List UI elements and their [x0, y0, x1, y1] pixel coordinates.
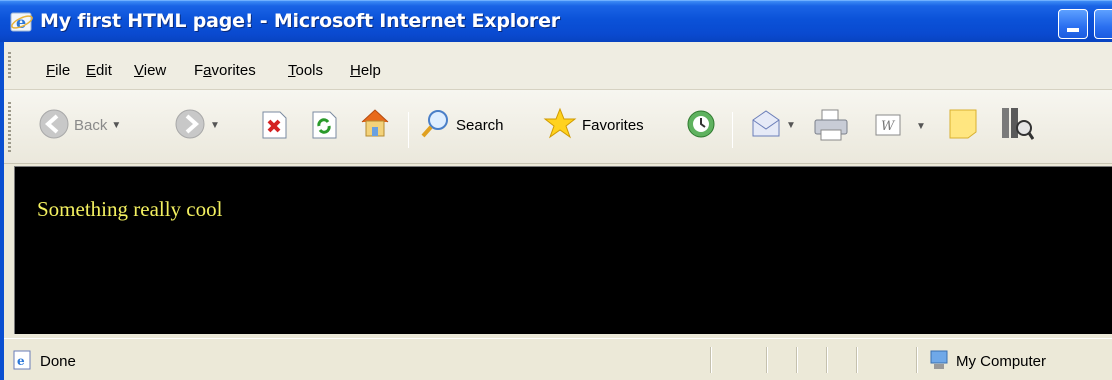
discuss-button[interactable]	[948, 108, 978, 143]
title-bar[interactable]: e My first HTML page! - Microsoft Intern…	[0, 0, 1112, 42]
forward-arrow-icon	[174, 108, 206, 143]
ie-logo-icon: e	[10, 11, 34, 33]
menu-file-accel: F	[46, 62, 56, 79]
history-button[interactable]	[684, 108, 718, 143]
page-text: Something really cool	[37, 197, 223, 221]
word-icon: W	[874, 112, 902, 141]
status-divider	[826, 347, 828, 373]
sticky-note-icon	[948, 108, 978, 143]
search-icon	[420, 108, 452, 143]
menu-help[interactable]: Help	[350, 62, 381, 79]
status-text: Done	[40, 353, 76, 370]
print-button[interactable]	[812, 108, 850, 145]
menu-edit-label: dit	[96, 62, 112, 79]
minimize-button[interactable]	[1058, 9, 1088, 39]
edit-button[interactable]: W ▼	[874, 112, 926, 141]
favorites-button[interactable]: Favorites	[542, 106, 644, 145]
menu-favorites-accel: a	[203, 62, 212, 79]
menu-favorites-pre: F	[194, 62, 204, 79]
toolbar-grip-handle[interactable]	[8, 102, 11, 152]
menu-bar: File Edit View Favorites Tools Help	[4, 42, 1112, 90]
status-divider	[710, 347, 712, 373]
printer-icon	[812, 108, 850, 145]
mail-button[interactable]: ▼	[750, 108, 796, 143]
refresh-button[interactable]	[310, 110, 338, 143]
menu-view[interactable]: View	[134, 62, 166, 79]
menu-grip-handle[interactable]	[8, 52, 11, 80]
mail-dropdown-icon[interactable]: ▼	[786, 120, 796, 131]
status-divider	[766, 347, 768, 373]
browser-window: e My first HTML page! - Microsoft Intern…	[0, 0, 1112, 380]
home-button[interactable]	[358, 106, 392, 143]
menu-help-label: elp	[360, 62, 381, 79]
back-label: Back	[74, 117, 108, 134]
menu-file-label: ile	[55, 62, 71, 79]
star-icon	[542, 106, 578, 145]
svg-text:e: e	[16, 13, 26, 32]
menu-tools-accel: T	[288, 62, 296, 79]
menu-favorites[interactable]: Favorites	[194, 62, 256, 79]
edit-dropdown-icon[interactable]: ▼	[916, 121, 926, 132]
menu-edit[interactable]: Edit	[86, 62, 112, 79]
status-divider	[916, 347, 918, 373]
window-title: My first HTML page! - Microsoft Internet…	[40, 10, 560, 32]
back-button[interactable]: Back ▼	[38, 108, 121, 143]
stop-button[interactable]	[260, 110, 288, 143]
zone-text: My Computer	[956, 353, 1047, 370]
menu-tools-label: ools	[295, 62, 324, 79]
search-button[interactable]: Search	[420, 108, 504, 143]
standard-toolbar: Back ▼ ▼ Search Favorites ▼ W ▼	[4, 90, 1112, 164]
forward-dropdown-icon[interactable]: ▼	[210, 120, 220, 131]
page-content: Something really cool	[14, 166, 1112, 334]
status-bar: e Done My Computer	[4, 338, 1112, 380]
page-icon: e	[12, 349, 34, 374]
browser-frame: File Edit View Favorites Tools Help Back…	[4, 42, 1112, 380]
back-dropdown-icon[interactable]: ▼	[111, 120, 121, 131]
menu-file[interactable]: File	[46, 62, 70, 79]
research-button[interactable]	[1000, 104, 1035, 145]
menu-view-accel: V	[134, 62, 144, 79]
menu-view-label: iew	[143, 62, 167, 79]
toolbar-separator	[408, 112, 409, 148]
menu-help-accel: H	[350, 62, 361, 79]
home-icon	[358, 106, 392, 143]
refresh-icon	[310, 110, 338, 143]
mail-icon	[750, 108, 782, 143]
history-icon	[684, 108, 718, 143]
search-label: Search	[456, 117, 504, 134]
forward-button[interactable]: ▼	[174, 108, 220, 143]
stop-icon	[260, 110, 288, 143]
research-icon	[1000, 104, 1035, 145]
toolbar-separator	[732, 112, 733, 148]
favorites-label: Favorites	[582, 117, 644, 134]
svg-text:e: e	[17, 354, 25, 368]
back-arrow-icon	[38, 108, 70, 143]
menu-tools[interactable]: Tools	[288, 62, 323, 79]
maximize-button[interactable]	[1094, 9, 1112, 39]
status-left: e Done	[12, 349, 76, 374]
status-divider	[856, 347, 858, 373]
computer-icon	[928, 349, 950, 374]
menu-edit-accel: E	[86, 62, 97, 79]
menu-favorites-label: vorites	[211, 62, 256, 79]
security-zone[interactable]: My Computer	[928, 349, 1046, 374]
svg-text:W: W	[881, 119, 896, 134]
status-divider	[796, 347, 798, 373]
